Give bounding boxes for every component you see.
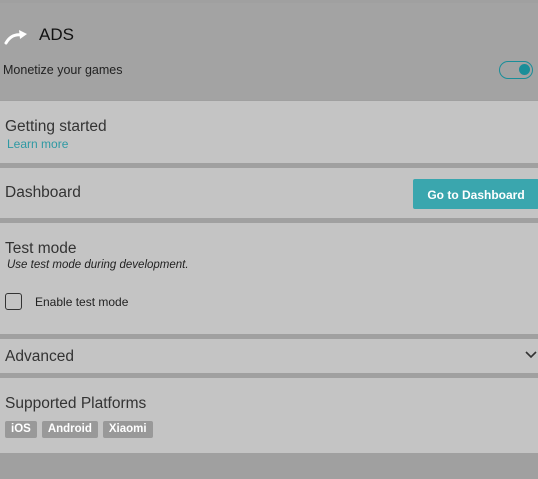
getting-started-card: Getting started Learn more xyxy=(0,101,538,163)
platform-tag-xiaomi: Xiaomi xyxy=(102,421,153,438)
toggle-knob xyxy=(519,64,530,75)
ads-arrow-icon xyxy=(4,24,30,46)
learn-more-link[interactable]: Learn more xyxy=(7,137,68,151)
supported-platforms-card: Supported Platforms iOS Android Xiaomi xyxy=(0,378,538,453)
platform-tags: iOS Android Xiaomi xyxy=(5,421,153,438)
test-mode-hint: Use test mode during development. xyxy=(7,259,189,271)
ads-enable-toggle[interactable] xyxy=(499,61,533,79)
test-mode-title: Test mode xyxy=(5,240,77,257)
go-to-dashboard-button[interactable]: Go to Dashboard xyxy=(413,179,538,209)
advanced-title: Advanced xyxy=(5,348,74,365)
dashboard-title: Dashboard xyxy=(5,184,81,201)
dashboard-card: Dashboard Go to Dashboard xyxy=(0,168,538,218)
enable-test-mode-checkbox[interactable] xyxy=(5,293,22,310)
header-subtitle: Monetize your games xyxy=(3,63,123,77)
title-row: ADS xyxy=(4,24,74,46)
platform-tag-android: Android xyxy=(41,421,98,438)
ads-header: ADS Monetize your games xyxy=(0,3,538,100)
getting-started-title: Getting started xyxy=(5,118,107,135)
advanced-card[interactable]: Advanced xyxy=(0,339,538,373)
supported-platforms-title: Supported Platforms xyxy=(5,395,147,412)
page-title: ADS xyxy=(39,25,74,44)
chevron-down-icon[interactable] xyxy=(524,347,538,361)
platform-tag-ios: iOS xyxy=(5,421,37,438)
test-mode-card: Test mode Use test mode during developme… xyxy=(0,223,538,334)
enable-test-mode-label[interactable]: Enable test mode xyxy=(35,295,128,309)
